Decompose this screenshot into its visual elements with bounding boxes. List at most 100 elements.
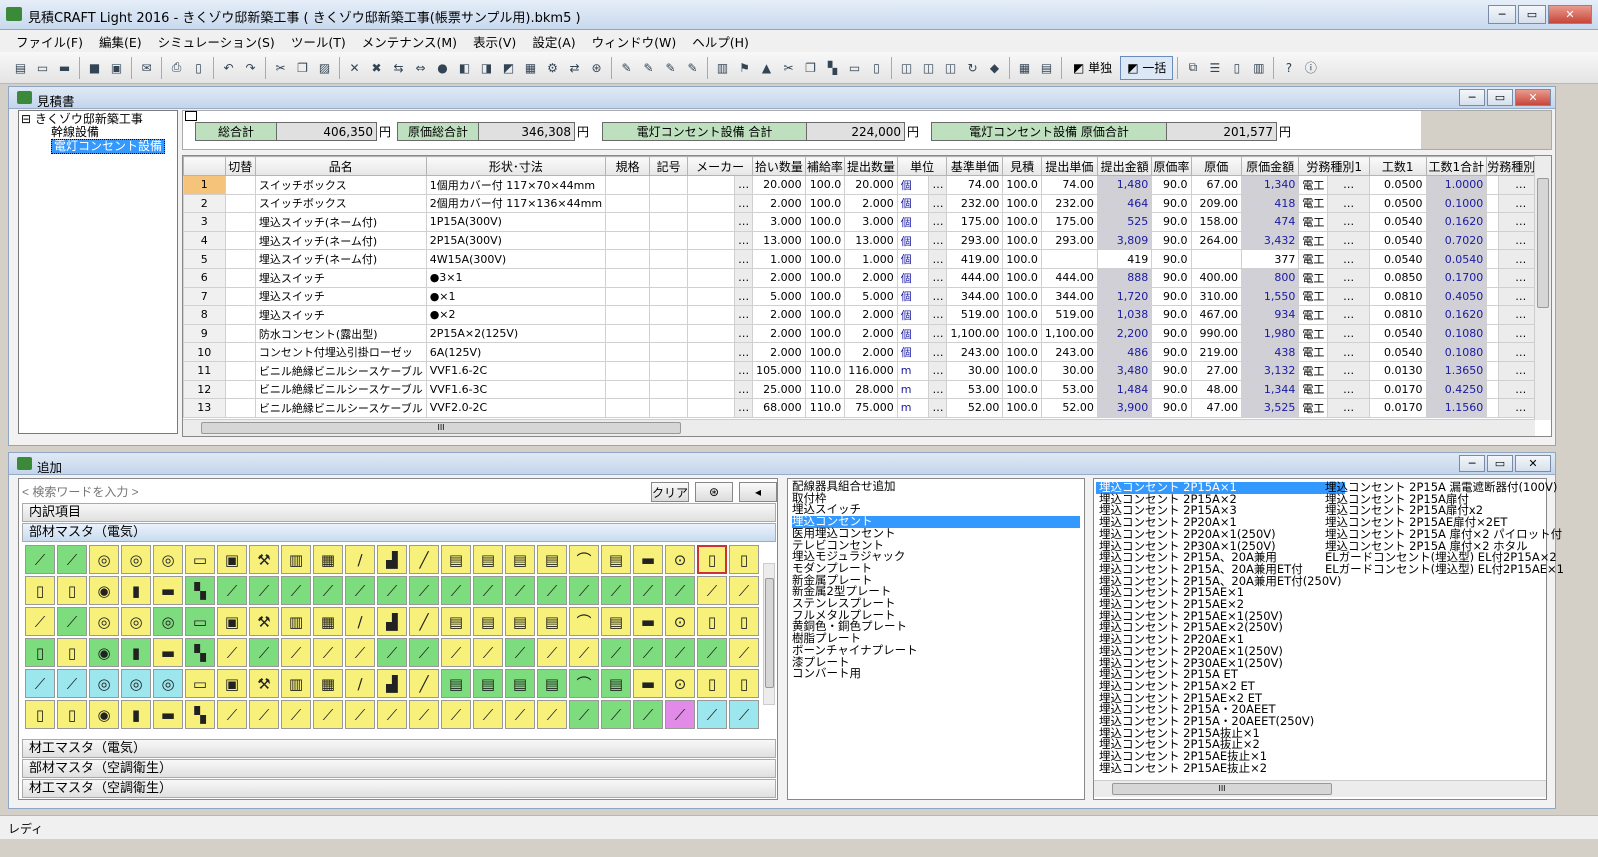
cell-submit-amount[interactable]: 3,809 xyxy=(1096,230,1153,251)
material-icon[interactable]: ▤ xyxy=(601,607,631,636)
material-icon[interactable]: ▯ xyxy=(25,576,55,605)
insert3-icon[interactable]: ◩ xyxy=(498,57,519,78)
cell-standard[interactable] xyxy=(605,230,651,251)
material-icon[interactable]: ▤ xyxy=(601,545,631,574)
category-item[interactable]: コンバート用 xyxy=(792,668,1080,680)
info-icon[interactable]: ⓘ xyxy=(1300,57,1321,78)
col-unit[interactable]: 単位 xyxy=(896,156,948,176)
material-icon[interactable]: ⟋ xyxy=(217,576,247,605)
table-row[interactable]: 1 スイッチボックス 1個用カバー付 117×70×44mm… 20.000 100.0… xyxy=(183,175,1551,195)
material-icon[interactable]: ⟋ xyxy=(281,700,311,729)
cell-symbol[interactable] xyxy=(649,212,689,232)
material-icon[interactable]: ▯ xyxy=(57,700,87,729)
material-icon[interactable]: ⌒ xyxy=(569,669,599,698)
cell-submit-amount[interactable]: 525 xyxy=(1096,212,1153,232)
section-material-hvac[interactable]: 部材マスタ（空調衛生） xyxy=(22,759,776,778)
material-icon[interactable]: ⟋ xyxy=(505,576,535,605)
cell-labor2[interactable] xyxy=(1486,323,1499,344)
cell-cost-rate[interactable]: 90.0 xyxy=(1151,379,1192,400)
calculator-icon[interactable]: ▦ xyxy=(520,57,541,78)
cell-submit-amount[interactable]: 2,200 xyxy=(1096,323,1153,344)
material-icon[interactable]: ╱ xyxy=(409,669,439,698)
material-icon[interactable]: ▬ xyxy=(153,576,183,605)
cell-symbol[interactable] xyxy=(649,175,689,195)
material-icon[interactable]: ⟋ xyxy=(441,638,471,667)
unit-picker-button[interactable]: … xyxy=(928,305,948,325)
swap-icon[interactable]: ⇆ xyxy=(388,57,409,78)
cell-man-hour1-total[interactable]: 0.1620 xyxy=(1425,305,1488,325)
cell-cost-rate[interactable]: 90.0 xyxy=(1151,212,1192,232)
cell-cost-rate[interactable]: 90.0 xyxy=(1151,360,1192,381)
cell-switch[interactable] xyxy=(224,230,256,251)
cell-quote[interactable]: 100.0 xyxy=(1002,379,1042,400)
cell-man-hour1-total[interactable]: 1.0000 xyxy=(1425,175,1488,195)
cell-submit-price[interactable]: 1,100.00 xyxy=(1040,323,1098,344)
cell-qty[interactable]: 13.000 xyxy=(752,230,806,251)
material-icon[interactable]: ⟋ xyxy=(633,700,663,729)
binoculars-search-icon[interactable]: ⊛ xyxy=(695,482,733,502)
cell-name[interactable]: ビニル絶縁ビニルシースケーブル xyxy=(254,398,427,418)
col-submit-qty[interactable]: 提出数量 xyxy=(844,156,898,176)
save-as-icon[interactable]: ▣ xyxy=(106,57,127,78)
section-labor-hvac[interactable]: 材工マスタ（空調衛生） xyxy=(22,779,776,798)
material-icon[interactable]: ⟋ xyxy=(441,576,471,605)
cell-submit-qty[interactable]: 2.000 xyxy=(844,323,898,344)
cell-unit[interactable]: m xyxy=(896,398,930,418)
cell-man-hour1-total[interactable]: 0.4050 xyxy=(1425,286,1488,307)
cell-name[interactable]: スイッチボックス xyxy=(254,193,427,214)
material-icon[interactable]: ◎ xyxy=(121,545,151,574)
cell-labor2[interactable] xyxy=(1486,398,1499,418)
item-entry[interactable]: ELガードコンセント(埋込型) EL付2P15AE×1 xyxy=(1322,563,1567,576)
material-icon[interactable]: ⟋ xyxy=(601,576,631,605)
flag-icon[interactable]: ⚑ xyxy=(734,57,755,78)
material-icon[interactable]: ╱ xyxy=(409,545,439,574)
material-icon[interactable]: ▯ xyxy=(697,669,727,698)
cell-symbol[interactable] xyxy=(649,342,689,362)
maker-picker-button[interactable]: … xyxy=(734,305,754,325)
cell-cost-amount[interactable]: 1,344 xyxy=(1240,379,1300,400)
close-button[interactable]: ✕ xyxy=(1548,5,1592,24)
cell-spec[interactable]: ●×1 xyxy=(425,286,607,307)
row-number[interactable]: 5 xyxy=(183,249,226,269)
material-icon[interactable]: ⟋ xyxy=(697,700,727,729)
cell-symbol[interactable] xyxy=(649,286,689,307)
back-icon[interactable]: ◂ xyxy=(739,482,777,502)
cell-name[interactable]: 埋込スイッチ(ネーム付) xyxy=(254,230,427,251)
cell-spec[interactable]: VVF1.6-2C xyxy=(425,360,607,381)
material-icon[interactable]: ⟋ xyxy=(473,700,503,729)
material-icon[interactable]: ⟋ xyxy=(249,638,279,667)
cell-man-hour1[interactable]: 0.0500 xyxy=(1368,175,1427,195)
cell-man-hour1[interactable]: 0.0540 xyxy=(1368,230,1427,251)
cell-switch[interactable] xyxy=(224,323,256,344)
cell-maker[interactable] xyxy=(687,398,736,418)
col-labor1[interactable]: 労務種別1 xyxy=(1298,156,1370,176)
cell-man-hour1-total[interactable]: 0.7020 xyxy=(1425,230,1488,251)
section-breakdown[interactable]: 内訳項目 xyxy=(22,503,776,522)
material-icon[interactable]: ⟋ xyxy=(57,545,87,574)
cell-man-hour1-total[interactable]: 0.1000 xyxy=(1425,193,1488,214)
cell-cost-amount[interactable]: 934 xyxy=(1240,305,1300,325)
cell-man-hour1[interactable]: 0.0810 xyxy=(1368,305,1427,325)
cell-base-price[interactable]: 53.00 xyxy=(946,379,1004,400)
labor1-picker-button[interactable]: … xyxy=(1327,379,1370,400)
material-icon[interactable]: ⟋ xyxy=(601,700,631,729)
material-icon[interactable]: ◉ xyxy=(89,576,119,605)
grid-hscroll-thumb[interactable]: III xyxy=(201,422,681,434)
cell-quote[interactable]: 100.0 xyxy=(1002,175,1042,195)
cell-base-price[interactable]: 1,100.00 xyxy=(946,323,1004,344)
material-icon[interactable]: ⟋ xyxy=(409,638,439,667)
col-man-hour1[interactable]: 工数1 xyxy=(1368,156,1427,176)
cell-base-price[interactable]: 519.00 xyxy=(946,305,1004,325)
cell-man-hour1[interactable]: 0.0170 xyxy=(1368,398,1427,418)
refresh-icon[interactable]: ↻ xyxy=(962,57,983,78)
cell-switch[interactable] xyxy=(224,398,256,418)
mail-icon[interactable]: ✉ xyxy=(136,57,157,78)
material-icon[interactable]: ⟋ xyxy=(345,700,375,729)
unit-picker-button[interactable]: … xyxy=(928,323,948,344)
cell-labor1[interactable]: 電工 xyxy=(1298,193,1329,214)
cell-submit-qty[interactable]: 28.000 xyxy=(844,379,898,400)
cell-name[interactable]: 防水コンセント(露出型) xyxy=(254,323,427,344)
cell-base-price[interactable]: 52.00 xyxy=(946,398,1004,418)
cell-qty[interactable]: 2.000 xyxy=(752,305,806,325)
menu-maintenance[interactable]: メンテナンス(M) xyxy=(354,32,465,51)
